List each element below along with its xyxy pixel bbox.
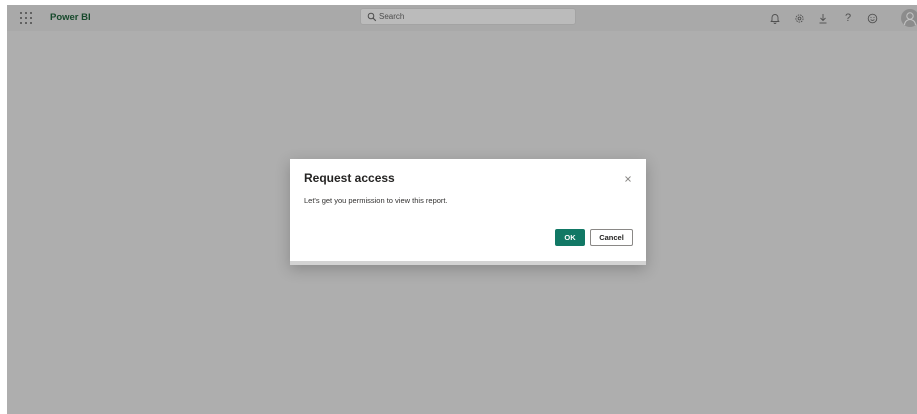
- app-window: Power BI Search ? Request access Let's g…: [7, 5, 917, 414]
- dialog-bottom-bar: [290, 261, 646, 265]
- ok-button[interactable]: OK: [555, 229, 585, 246]
- search-input[interactable]: Search: [360, 8, 576, 25]
- settings-icon[interactable]: [792, 11, 806, 25]
- download-icon[interactable]: [816, 11, 830, 25]
- help-icon[interactable]: ?: [841, 11, 855, 25]
- app-name[interactable]: Power BI: [50, 12, 91, 24]
- close-icon[interactable]: [623, 174, 633, 184]
- search-icon: [367, 12, 377, 22]
- notifications-icon[interactable]: [768, 11, 782, 25]
- search-placeholder: Search: [379, 12, 405, 21]
- request-access-dialog: Request access Let's get you permission …: [290, 159, 646, 265]
- dialog-message: Let's get you permission to view this re…: [304, 196, 448, 205]
- dialog-title: Request access: [304, 171, 395, 185]
- account-icon[interactable]: [901, 9, 917, 27]
- app-launcher-icon[interactable]: [20, 12, 33, 25]
- top-bar: Power BI Search ?: [7, 5, 917, 31]
- help-glyph: ?: [844, 12, 852, 24]
- feedback-icon[interactable]: [865, 11, 879, 25]
- cancel-button[interactable]: Cancel: [590, 229, 633, 246]
